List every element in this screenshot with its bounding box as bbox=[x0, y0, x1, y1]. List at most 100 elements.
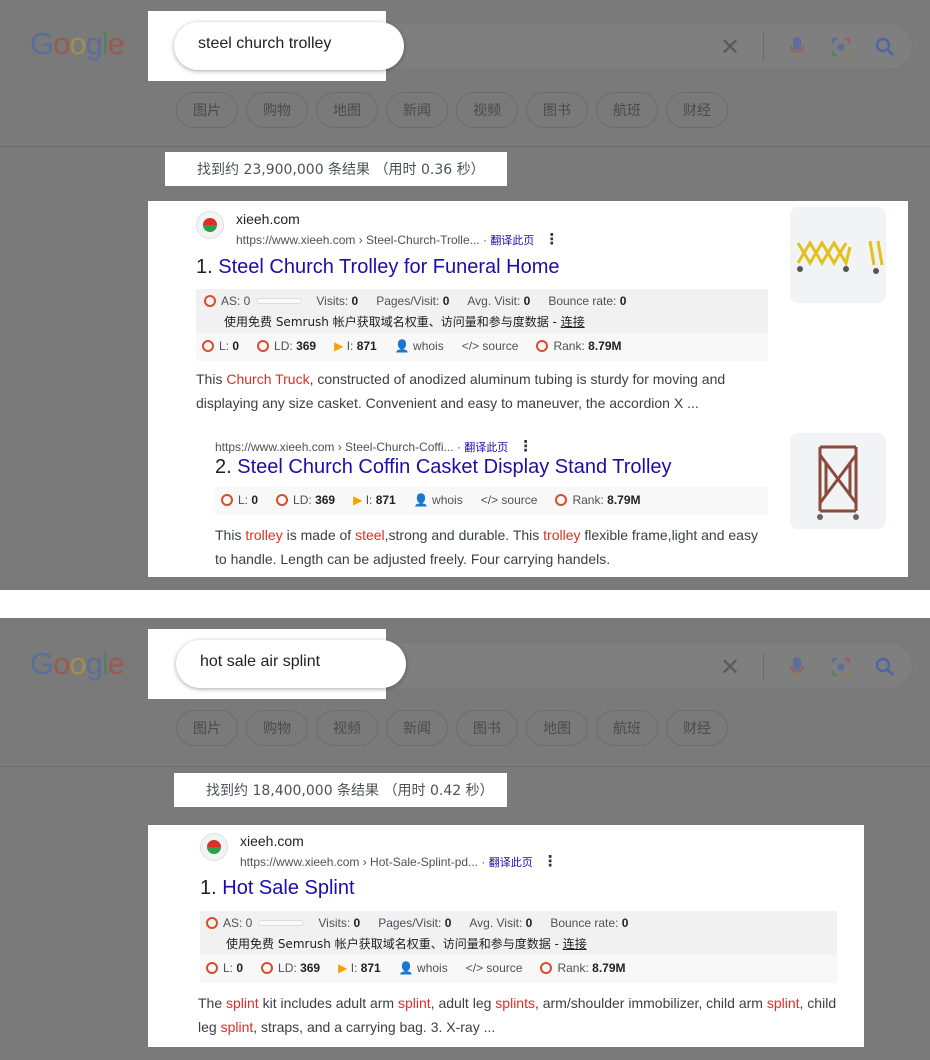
result-title-link[interactable]: 1. Steel Church Trolley for Funeral Home bbox=[196, 256, 560, 279]
code-icon: </> bbox=[465, 961, 484, 975]
search-icon[interactable] bbox=[874, 656, 896, 678]
circle-icon bbox=[206, 917, 218, 929]
clear-icon[interactable]: ✕ bbox=[719, 34, 741, 61]
result-title: Steel Church Trolley for Funeral Home bbox=[218, 256, 560, 278]
tab-flights[interactable]: 航班 bbox=[596, 92, 658, 128]
circle-icon bbox=[257, 340, 270, 352]
tab-shopping[interactable]: 购物 bbox=[246, 710, 308, 746]
result-thumbnail[interactable] bbox=[790, 433, 886, 529]
seo-metrics-box: L: 0 LD: 369 ▶ I: 871 👤 whois </> source… bbox=[196, 333, 768, 361]
panel-separator bbox=[0, 590, 930, 618]
site-header[interactable]: xieeh.com https://www.xieeh.com › Steel-… bbox=[196, 211, 559, 248]
seo-metrics-row: L: 0 LD: 369 ▶ I: 871 👤 whois </> source… bbox=[221, 493, 641, 507]
search-tabs: 图片 购物 地图 新闻 视频 图书 航班 财经 bbox=[176, 92, 728, 128]
search-query: hot sale air splint bbox=[200, 653, 321, 670]
clear-icon[interactable]: ✕ bbox=[719, 654, 741, 681]
tab-videos[interactable]: 视频 bbox=[456, 92, 518, 128]
semrush-connect-link[interactable]: 连接 bbox=[561, 315, 585, 329]
coffin-stand-image bbox=[817, 445, 859, 520]
google-logo[interactable]: Google bbox=[30, 646, 125, 682]
result-url: https://www.xieeh.com › Hot-Sale-Splint-… bbox=[240, 855, 479, 869]
whois-link[interactable]: whois bbox=[417, 961, 448, 975]
more-options-icon[interactable]: ⋮ bbox=[544, 230, 559, 248]
tab-shopping[interactable]: 购物 bbox=[246, 92, 308, 128]
result-title: Hot Sale Splint bbox=[222, 877, 355, 899]
bing-icon: ▶ bbox=[353, 493, 363, 507]
code-icon: </> bbox=[480, 493, 499, 507]
site-name: xieeh.com bbox=[240, 833, 304, 849]
circle-icon bbox=[221, 494, 233, 506]
seo-metrics-row: L: 0 LD: 369 ▶ I: 871 👤 whois </> source… bbox=[206, 961, 626, 975]
as-bar bbox=[258, 920, 305, 926]
seo-metrics-box: L: 0 LD: 369 ▶ I: 871 👤 whois </> source… bbox=[200, 955, 837, 983]
result-stats: 找到约 23,900,000 条结果 （用时 0.36 秒） bbox=[165, 152, 507, 186]
source-link[interactable]: source bbox=[501, 493, 537, 507]
results-area: xieeh.com https://www.xieeh.com › Hot-Sa… bbox=[148, 825, 864, 1047]
result-snippet: The splint kit includes adult arm splint… bbox=[198, 995, 837, 1035]
source-link[interactable]: source bbox=[486, 961, 522, 975]
tab-news[interactable]: 新闻 bbox=[386, 92, 448, 128]
result-url-row: https://www.xieeh.com › Steel-Church-Cof… bbox=[215, 437, 534, 455]
tab-maps[interactable]: 地图 bbox=[316, 92, 378, 128]
seo-stats-box: AS: 0 Visits: 0 Pages/Visit: 0 Avg. Visi… bbox=[200, 911, 837, 955]
tab-maps[interactable]: 地图 bbox=[526, 710, 588, 746]
whois-link[interactable]: whois bbox=[432, 493, 463, 507]
result-title-link[interactable]: 1. Hot Sale Splint bbox=[200, 877, 355, 900]
translate-link[interactable]: 翻译此页 bbox=[489, 856, 533, 869]
search-tabs: 图片 购物 视频 新闻 图书 地图 航班 财经 bbox=[176, 710, 728, 746]
tab-finance[interactable]: 财经 bbox=[666, 92, 728, 128]
semrush-connect-link[interactable]: 连接 bbox=[563, 937, 587, 951]
tab-news[interactable]: 新闻 bbox=[386, 710, 448, 746]
tab-videos[interactable]: 视频 bbox=[316, 710, 378, 746]
person-icon: 👤 bbox=[413, 493, 429, 507]
circle-icon bbox=[276, 494, 289, 506]
seo-traffic-row: AS: 0 Visits: 0 Pages/Visit: 0 Avg. Visi… bbox=[204, 294, 626, 308]
tab-books[interactable]: 图书 bbox=[526, 92, 588, 128]
code-icon: </> bbox=[461, 339, 480, 353]
tab-finance[interactable]: 财经 bbox=[666, 710, 728, 746]
circle-icon bbox=[555, 494, 568, 506]
result-number: 1. bbox=[200, 877, 217, 899]
site-favicon bbox=[200, 833, 228, 861]
header-divider bbox=[0, 146, 930, 147]
result-snippet: This trolley is made of steel,strong and… bbox=[215, 527, 758, 567]
tab-images[interactable]: 图片 bbox=[176, 710, 238, 746]
seo-metrics-box: L: 0 LD: 369 ▶ I: 871 👤 whois </> source… bbox=[215, 487, 768, 515]
site-header[interactable]: xieeh.com https://www.xieeh.com › Hot-Sa… bbox=[200, 833, 558, 870]
divider bbox=[763, 653, 764, 681]
circle-icon bbox=[202, 340, 214, 352]
bing-icon: ▶ bbox=[334, 339, 344, 353]
camera-lens-icon[interactable] bbox=[830, 656, 852, 678]
circle-icon bbox=[261, 962, 274, 974]
search-input[interactable]: steel church trolley bbox=[174, 22, 404, 70]
result-stats: 找到约 18,400,000 条结果 （用时 0.42 秒） bbox=[174, 773, 507, 807]
microphone-icon[interactable] bbox=[786, 36, 808, 58]
microphone-icon[interactable] bbox=[786, 656, 808, 678]
result-title: Steel Church Coffin Casket Display Stand… bbox=[237, 456, 672, 478]
person-icon: 👤 bbox=[394, 339, 410, 353]
result-snippet: This Church Truck, constructed of anodiz… bbox=[196, 371, 726, 411]
divider bbox=[763, 33, 764, 61]
camera-lens-icon[interactable] bbox=[830, 36, 852, 58]
tab-flights[interactable]: 航班 bbox=[596, 710, 658, 746]
search-panel-2: Google ✕ hot sale air splint 图片 购物 视频 新闻… bbox=[0, 618, 930, 1060]
header-divider bbox=[0, 766, 930, 767]
seo-traffic-row: AS: 0 Visits: 0 Pages/Visit: 0 Avg. Visi… bbox=[206, 916, 628, 930]
result-number: 2. bbox=[215, 456, 232, 478]
google-logo[interactable]: Google bbox=[30, 26, 125, 62]
tab-images[interactable]: 图片 bbox=[176, 92, 238, 128]
search-icon[interactable] bbox=[874, 36, 896, 58]
whois-link[interactable]: whois bbox=[413, 339, 444, 353]
result-title-link[interactable]: 2. Steel Church Coffin Casket Display St… bbox=[215, 456, 672, 479]
more-options-icon[interactable]: ⋮ bbox=[543, 852, 558, 870]
search-input[interactable]: hot sale air splint bbox=[176, 640, 406, 688]
result-thumbnail[interactable] bbox=[790, 207, 886, 303]
search-panel-1: Google ✕ steel church trolley 图片 购物 地图 新… bbox=[0, 0, 930, 590]
translate-link[interactable]: 翻译此页 bbox=[464, 441, 508, 454]
translate-link[interactable]: 翻译此页 bbox=[490, 234, 534, 247]
tab-books[interactable]: 图书 bbox=[456, 710, 518, 746]
seo-stats-box: AS: 0 Visits: 0 Pages/Visit: 0 Avg. Visi… bbox=[196, 289, 768, 333]
source-link[interactable]: source bbox=[482, 339, 518, 353]
more-options-icon[interactable]: ⋮ bbox=[518, 437, 533, 455]
semrush-notice: 使用免费 Semrush 帐户获取域名权重、访问量和参与度数据 - 连接 bbox=[224, 315, 585, 329]
